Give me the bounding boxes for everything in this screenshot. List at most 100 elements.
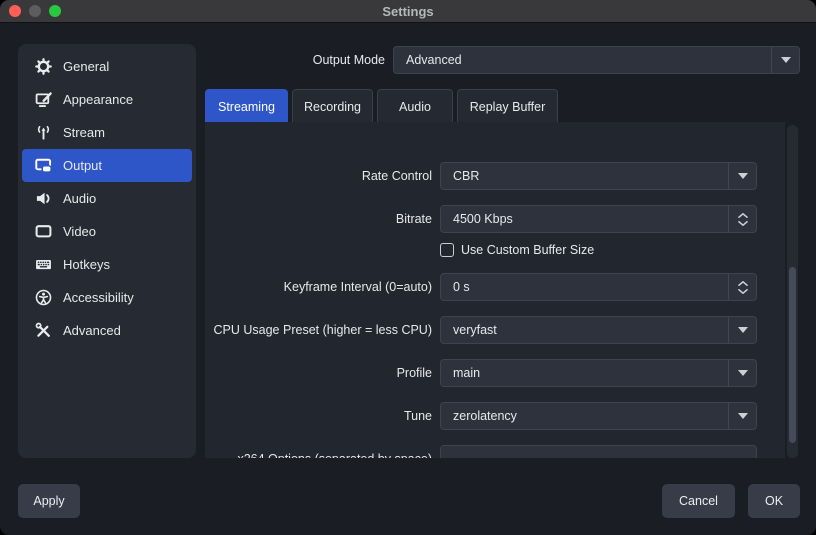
appearance-icon bbox=[35, 92, 52, 107]
profile-label: Profile bbox=[396, 366, 432, 380]
sidebar-item-label: Advanced bbox=[63, 323, 121, 338]
chevron-down-icon bbox=[737, 370, 748, 376]
window-title: Settings bbox=[382, 3, 434, 19]
profile-dropdown[interactable]: main bbox=[440, 359, 757, 387]
x264-options-label: x264 Options (separated by space) bbox=[205, 445, 432, 458]
settings-window: Settings General Appearance Stream Outpu… bbox=[0, 0, 816, 535]
sidebar-item-label: Stream bbox=[63, 125, 105, 140]
chevron-up-icon bbox=[737, 280, 748, 286]
chevron-down-icon bbox=[737, 220, 748, 226]
x264-options-value bbox=[441, 446, 756, 458]
apply-button[interactable]: Apply bbox=[18, 484, 80, 518]
rate-control-label: Rate Control bbox=[361, 169, 432, 183]
sidebar-item-label: Audio bbox=[63, 191, 97, 206]
sidebar-item-label: Appearance bbox=[63, 92, 134, 107]
sidebar-item-video[interactable]: Video bbox=[22, 215, 192, 248]
sidebar-item-appearance[interactable]: Appearance bbox=[22, 83, 192, 116]
cpu-usage-preset-row: CPU Usage Preset (higher = less CPU) ver… bbox=[205, 316, 785, 344]
chevron-down-icon bbox=[737, 327, 748, 333]
keyframe-interval-spinner[interactable]: 0 s bbox=[440, 273, 757, 301]
profile-row: Profile main bbox=[205, 359, 785, 387]
dropdown-arrow-area bbox=[728, 317, 756, 343]
sidebar-item-audio[interactable]: Audio bbox=[22, 182, 192, 215]
tab-streaming[interactable]: Streaming bbox=[205, 89, 288, 123]
rate-control-value: CBR bbox=[453, 169, 480, 183]
checkbox-label: Use Custom Buffer Size bbox=[461, 243, 595, 257]
tab-audio[interactable]: Audio bbox=[377, 89, 453, 123]
x264-options-input[interactable] bbox=[440, 445, 757, 458]
chevron-down-icon bbox=[737, 288, 748, 294]
tune-label: Tune bbox=[403, 409, 432, 423]
spinner-buttons[interactable] bbox=[728, 274, 756, 300]
streaming-settings-panel: Rate Control CBR Bitrate 4500 Kbps Use C… bbox=[205, 122, 785, 458]
scrollbar-thumb[interactable] bbox=[789, 267, 796, 443]
tune-value: zerolatency bbox=[453, 409, 517, 423]
tab-label: Audio bbox=[399, 99, 431, 114]
checkbox-icon bbox=[440, 243, 454, 257]
sidebar-item-label: Hotkeys bbox=[63, 257, 110, 272]
cpu-usage-preset-dropdown[interactable]: veryfast bbox=[440, 316, 757, 344]
stream-icon bbox=[37, 125, 50, 140]
tools-icon bbox=[35, 322, 50, 337]
scrollbar-track[interactable] bbox=[787, 125, 798, 458]
sidebar-item-output[interactable]: Output bbox=[22, 149, 192, 182]
tune-dropdown[interactable]: zerolatency bbox=[440, 402, 757, 430]
output-mode-dropdown[interactable]: Advanced bbox=[393, 46, 800, 74]
zoom-window-button[interactable] bbox=[49, 5, 61, 17]
tab-recording[interactable]: Recording bbox=[292, 89, 373, 123]
tab-label: Streaming bbox=[218, 99, 275, 114]
apply-button-label: Apply bbox=[33, 494, 65, 508]
gear-icon bbox=[35, 58, 52, 75]
use-custom-buffer-checkbox[interactable]: Use Custom Buffer Size bbox=[440, 243, 594, 257]
custom-buffer-row: Use Custom Buffer Size bbox=[205, 243, 785, 257]
cancel-button[interactable]: Cancel bbox=[662, 484, 735, 518]
tune-row: Tune zerolatency bbox=[205, 402, 785, 430]
sidebar-item-label: Accessibility bbox=[63, 290, 134, 305]
tab-label: Recording bbox=[304, 99, 361, 114]
sidebar-item-label: Video bbox=[63, 224, 97, 239]
chevron-down-icon bbox=[737, 173, 748, 179]
keyframe-interval-row: Keyframe Interval (0=auto) 0 s bbox=[205, 273, 785, 301]
minimize-window-button[interactable] bbox=[29, 5, 41, 17]
titlebar: Settings bbox=[0, 0, 816, 23]
cpu-usage-preset-label: CPU Usage Preset (higher = less CPU) bbox=[213, 323, 432, 337]
spinner-buttons[interactable] bbox=[728, 206, 756, 232]
keyframe-interval-value: 0 s bbox=[453, 280, 470, 294]
output-icon bbox=[35, 158, 52, 173]
settings-sidebar: General Appearance Stream Output Audio V… bbox=[18, 44, 196, 458]
keyboard-icon bbox=[36, 260, 51, 270]
keyframe-interval-label: Keyframe Interval (0=auto) bbox=[283, 280, 432, 294]
output-mode-label: Output Mode bbox=[312, 53, 385, 67]
bitrate-value: 4500 Kbps bbox=[453, 212, 513, 226]
rate-control-row: Rate Control CBR bbox=[205, 162, 785, 190]
sidebar-item-stream[interactable]: Stream bbox=[22, 116, 192, 149]
sidebar-item-hotkeys[interactable]: Hotkeys bbox=[22, 248, 192, 281]
chevron-down-icon bbox=[780, 57, 791, 63]
sidebar-item-accessibility[interactable]: Accessibility bbox=[22, 281, 192, 314]
bitrate-spinner[interactable]: 4500 Kbps bbox=[440, 205, 757, 233]
tab-replay-buffer[interactable]: Replay Buffer bbox=[457, 89, 558, 123]
sidebar-item-label: General bbox=[63, 59, 110, 74]
dropdown-arrow-area bbox=[728, 360, 756, 386]
rate-control-dropdown[interactable]: CBR bbox=[440, 162, 757, 190]
chevron-down-icon bbox=[737, 413, 748, 419]
bitrate-label: Bitrate bbox=[395, 212, 432, 226]
cpu-usage-preset-value: veryfast bbox=[453, 323, 497, 337]
monitor-icon bbox=[35, 225, 52, 238]
tab-label: Replay Buffer bbox=[469, 99, 546, 114]
speaker-icon bbox=[36, 192, 50, 205]
ok-button[interactable]: OK bbox=[748, 484, 800, 518]
traffic-lights bbox=[9, 5, 61, 17]
sidebar-item-general[interactable]: General bbox=[22, 50, 192, 83]
sidebar-item-label: Output bbox=[63, 158, 103, 173]
close-window-button[interactable] bbox=[9, 5, 21, 17]
dropdown-arrow-area bbox=[728, 403, 756, 429]
dropdown-arrow-area bbox=[771, 47, 799, 73]
accessibility-icon bbox=[35, 289, 52, 306]
chevron-up-icon bbox=[737, 212, 748, 218]
sidebar-item-advanced[interactable]: Advanced bbox=[22, 314, 192, 347]
dropdown-arrow-area bbox=[728, 163, 756, 189]
ok-button-label: OK bbox=[764, 494, 784, 508]
bitrate-row: Bitrate 4500 Kbps bbox=[205, 205, 785, 233]
profile-value: main bbox=[453, 366, 481, 380]
